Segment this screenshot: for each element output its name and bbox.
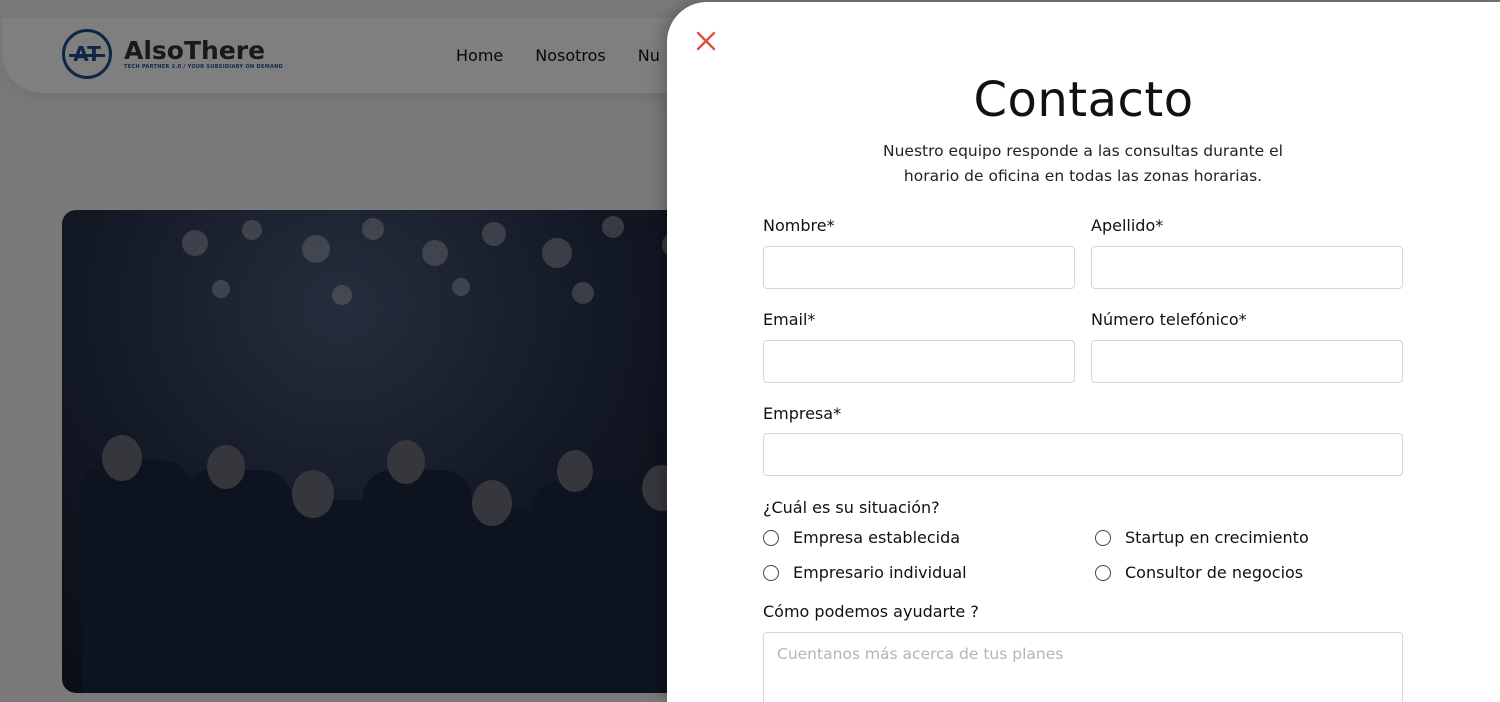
radio-label: Startup en crecimiento	[1125, 528, 1309, 547]
email-label: Email*	[763, 310, 816, 329]
radio-circle-icon	[763, 564, 779, 581]
apellido-input[interactable]	[1091, 246, 1403, 289]
radio-label: Consultor de negocios	[1125, 563, 1304, 582]
radio-startup[interactable]: Startup en crecimiento	[1095, 528, 1309, 547]
radio-empresa-establecida[interactable]: Empresa establecida	[763, 528, 960, 547]
radio-circle-icon	[1095, 564, 1111, 581]
radio-empresario-individual[interactable]: Empresario individual	[763, 563, 967, 582]
telefono-label: Número telefónico*	[1091, 310, 1247, 329]
contact-subtitle: Nuestro equipo responde a las consultas …	[883, 142, 1283, 185]
apellido-label: Apellido*	[1091, 216, 1164, 235]
contact-panel: Contacto Nuestro equipo responde a las c…	[667, 2, 1500, 702]
radio-consultor[interactable]: Consultor de negocios	[1095, 563, 1303, 582]
close-icon	[696, 31, 716, 51]
close-button[interactable]	[695, 30, 717, 52]
situation-label: ¿Cuál es su situación?	[763, 498, 940, 517]
radio-label: Empresario individual	[793, 563, 967, 582]
radio-circle-icon	[763, 529, 779, 546]
telefono-input[interactable]	[1091, 340, 1403, 383]
radio-label: Empresa establecida	[793, 528, 961, 547]
help-textarea[interactable]	[763, 632, 1403, 702]
radio-circle-icon	[1095, 529, 1111, 546]
empresa-label: Empresa*	[763, 404, 842, 423]
nombre-label: Nombre*	[763, 216, 835, 235]
email-input[interactable]	[763, 340, 1075, 383]
help-label: Cómo podemos ayudarte ?	[763, 602, 979, 621]
nombre-input[interactable]	[763, 246, 1075, 289]
empresa-input[interactable]	[763, 433, 1403, 476]
contact-title: Contacto	[973, 72, 1194, 128]
